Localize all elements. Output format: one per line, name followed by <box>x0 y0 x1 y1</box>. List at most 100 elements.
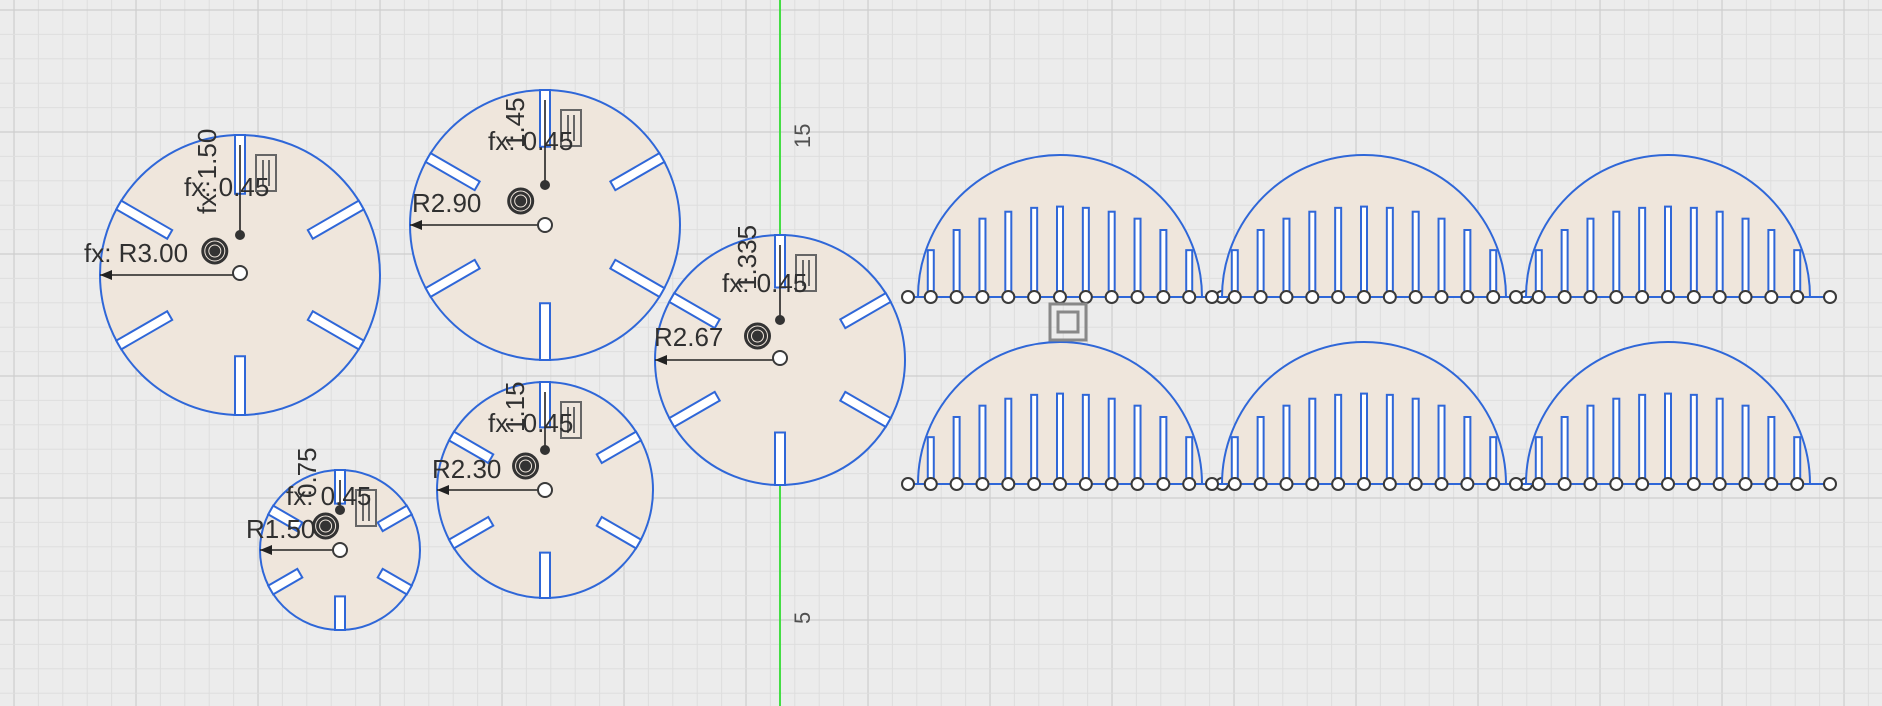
comb-tine-slot[interactable] <box>1437 404 1446 486</box>
comb-tine-slot[interactable] <box>1612 210 1621 298</box>
comb-tine-slot[interactable] <box>1741 217 1750 298</box>
gear-slot[interactable] <box>234 355 246 416</box>
slot-endpoint[interactable] <box>1583 290 1598 304</box>
comb-tine-slot[interactable] <box>1664 205 1672 299</box>
comb-tine-slot[interactable] <box>1004 397 1013 485</box>
comb-tine-slot[interactable] <box>1793 249 1802 299</box>
comb-tine-slot[interactable] <box>1411 210 1420 298</box>
slot-endpoint[interactable] <box>1382 290 1397 304</box>
slot-endpoint[interactable] <box>1661 290 1675 304</box>
comb-tine-slot[interactable] <box>1689 393 1698 485</box>
comb-tine-slot[interactable] <box>1230 436 1239 485</box>
comb-tine-slot[interactable] <box>1133 217 1142 298</box>
slot-endpoint[interactable] <box>1609 290 1624 304</box>
gear-4-radius-dimension[interactable]: R2.30 <box>432 454 501 484</box>
comb-profiles[interactable] <box>901 154 1837 491</box>
slot-endpoint[interactable] <box>1331 477 1346 491</box>
slot-endpoint[interactable] <box>1078 477 1093 491</box>
comb-tine-slot[interactable] <box>1437 217 1446 298</box>
slot-endpoint[interactable] <box>1408 290 1423 304</box>
comb-tine-slot[interactable] <box>1360 392 1368 486</box>
slot-endpoint[interactable] <box>1738 477 1753 491</box>
slot-endpoint[interactable] <box>1635 477 1650 491</box>
comb-tine-slot[interactable] <box>926 249 935 299</box>
slot-endpoint[interactable] <box>1331 290 1346 304</box>
gear-1-radius-dimension[interactable]: fx: R3.00 <box>84 238 188 268</box>
slot-endpoint[interactable] <box>1279 477 1294 491</box>
comb-tine-slot[interactable] <box>952 415 961 486</box>
gear-4-height-dimension[interactable]: 1.15 <box>500 381 530 432</box>
comb-tine-slot[interactable] <box>1767 415 1776 486</box>
slot-endpoint[interactable] <box>1486 477 1501 491</box>
slot-endpoint[interactable] <box>1790 290 1805 304</box>
comb-tine-slot[interactable] <box>1282 404 1291 486</box>
slot-endpoint[interactable] <box>1823 290 1837 304</box>
comb-tine-slot[interactable] <box>1793 436 1802 485</box>
comb-tine-slot[interactable] <box>926 436 935 485</box>
gear-5-radius-dimension[interactable]: R1.50 <box>246 514 315 544</box>
comb-tine-slot[interactable] <box>1385 393 1394 485</box>
slot-endpoint[interactable] <box>1557 477 1572 491</box>
comb-tine-slot[interactable] <box>1256 415 1265 486</box>
comb-profile-r1-c2[interactable] <box>1205 154 1533 304</box>
slot-endpoint[interactable] <box>1001 290 1016 304</box>
slot-endpoint[interactable] <box>1509 290 1523 304</box>
slot-endpoint[interactable] <box>1227 290 1242 304</box>
comb-tine-slot[interactable] <box>1638 393 1647 485</box>
slot-endpoint[interactable] <box>1182 477 1197 491</box>
slot-endpoint[interactable] <box>1635 290 1650 304</box>
concentric-constraint-icon[interactable] <box>209 245 221 257</box>
slot-endpoint[interactable] <box>1712 290 1727 304</box>
slot-endpoint[interactable] <box>901 290 915 304</box>
center-point[interactable] <box>232 265 248 281</box>
slot-endpoint[interactable] <box>1686 477 1701 491</box>
comb-tine-slot[interactable] <box>952 228 961 298</box>
slot-endpoint[interactable] <box>1305 477 1320 491</box>
comb-profile-r1-c1[interactable] <box>901 154 1229 304</box>
slot-endpoint[interactable] <box>1486 290 1501 304</box>
comb-tine-slot[interactable] <box>1334 393 1343 485</box>
slot-endpoint[interactable] <box>975 477 990 491</box>
comb-tine-slot[interactable] <box>1463 228 1472 298</box>
comb-tine-slot[interactable] <box>1360 205 1368 299</box>
sketch-canvas[interactable]: 15 10 5 fx: R3.00 fx: 0.45 fx: 1.50 R2.9… <box>0 0 1882 706</box>
comb-tine-slot[interactable] <box>1638 206 1647 298</box>
slot-endpoint[interactable] <box>1156 477 1171 491</box>
comb-tine-slot[interactable] <box>1664 392 1672 486</box>
slot-endpoint[interactable] <box>1509 477 1523 491</box>
comb-tine-slot[interactable] <box>1256 228 1265 298</box>
slot-endpoint[interactable] <box>1823 477 1837 491</box>
slot-endpoint[interactable] <box>1764 477 1779 491</box>
slot-endpoint[interactable] <box>901 477 915 491</box>
slot-endpoint[interactable] <box>1027 477 1042 491</box>
comb-tine-slot[interactable] <box>1534 436 1543 485</box>
gear-slot[interactable] <box>334 595 346 631</box>
slot-endpoint[interactable] <box>1357 477 1371 491</box>
center-point[interactable] <box>537 482 553 498</box>
gear-3-height-dimension[interactable]: 1.335 <box>732 225 762 290</box>
gear-slot[interactable] <box>539 551 551 599</box>
slot-endpoint[interactable] <box>1764 290 1779 304</box>
comb-tine-slot[interactable] <box>1411 397 1420 485</box>
slot-endpoint[interactable] <box>1686 290 1701 304</box>
slot-endpoint[interactable] <box>1531 477 1546 491</box>
comb-tine-slot[interactable] <box>1159 415 1168 486</box>
comb-tine-slot[interactable] <box>1689 206 1698 298</box>
comb-tine-slot[interactable] <box>1463 415 1472 486</box>
comb-tine-slot[interactable] <box>1282 217 1291 298</box>
slot-endpoint[interactable] <box>1104 290 1119 304</box>
comb-tine-slot[interactable] <box>1715 397 1724 485</box>
comb-tine-slot[interactable] <box>1489 249 1498 299</box>
comb-tine-slot[interactable] <box>1612 397 1621 485</box>
slot-endpoint[interactable] <box>1279 290 1294 304</box>
comb-tine-slot[interactable] <box>1081 393 1090 485</box>
comb-tine-slot[interactable] <box>1107 210 1116 298</box>
comb-profile-r2-c2[interactable] <box>1205 341 1533 491</box>
slot-endpoint[interactable] <box>1305 290 1320 304</box>
slot-endpoint[interactable] <box>1130 290 1145 304</box>
comb-tine-slot[interactable] <box>1741 404 1750 486</box>
comb-tine-slot[interactable] <box>1056 205 1064 299</box>
comb-tine-slot[interactable] <box>1185 249 1194 299</box>
slot-endpoint[interactable] <box>1227 477 1242 491</box>
slot-endpoint[interactable] <box>1460 290 1475 304</box>
